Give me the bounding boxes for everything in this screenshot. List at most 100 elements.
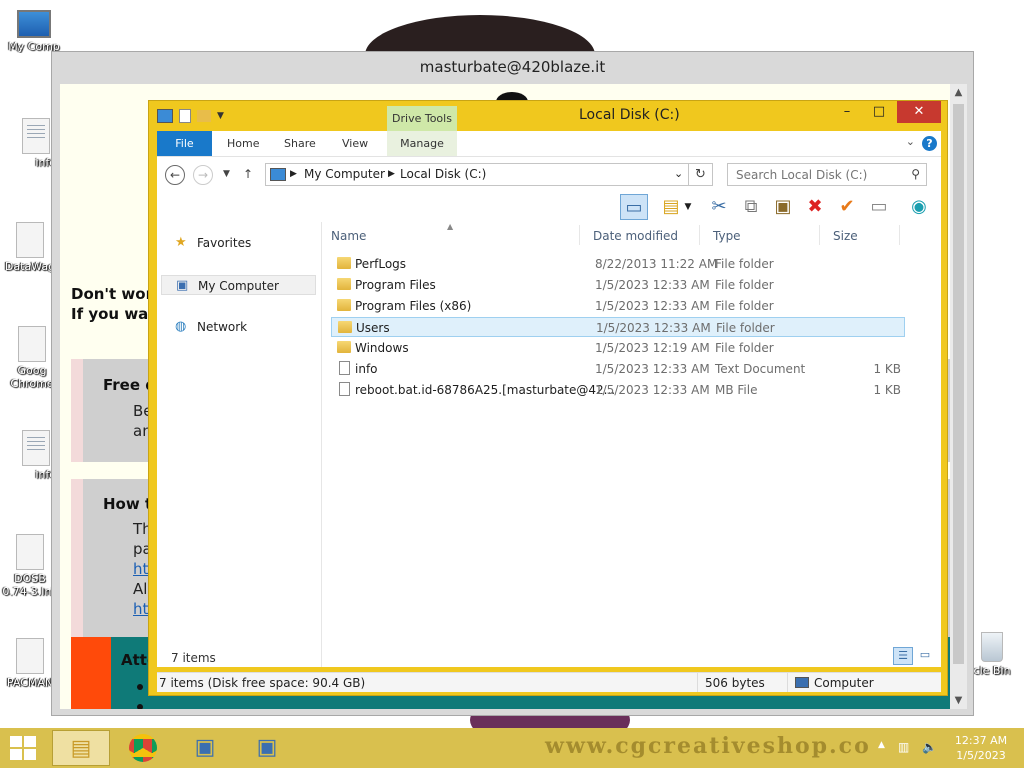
file-name: PerfLogs [355, 257, 407, 271]
refresh-button[interactable]: ↻ [689, 163, 713, 186]
file-row-windows[interactable]: Windows 1/5/2023 12:19 AM File folder [331, 338, 905, 358]
column-header-type[interactable]: Type [713, 229, 741, 243]
column-header-date-modified[interactable]: Date modified [593, 229, 678, 243]
file-date: 1/5/2023 12:33 AM [595, 362, 710, 376]
details-view-button[interactable]: ☰ [893, 647, 913, 665]
file-name: info [355, 362, 378, 376]
computer-icon[interactable] [157, 109, 173, 123]
network-icon[interactable]: ▥ [898, 740, 909, 754]
drive-tools-label: Drive Tools [387, 106, 457, 131]
scroll-down-icon[interactable]: ▼ [950, 692, 967, 709]
up-button[interactable]: ↑ [243, 167, 253, 181]
volume-icon[interactable]: 🔈 [922, 740, 937, 754]
drive-icon[interactable]: ▭ [865, 194, 893, 220]
breadcrumb-separator-icon[interactable]: ▶ [290, 169, 297, 179]
file-row-program-files[interactable]: Program Files 1/5/2023 12:33 AM File fol… [331, 275, 905, 295]
back-button[interactable]: ← [165, 165, 185, 185]
tab-file[interactable]: File [157, 131, 212, 156]
new-folder-icon[interactable] [197, 110, 211, 122]
file-icon [16, 638, 44, 674]
explorer-window[interactable]: ▼ Drive Tools Local Disk (C:) – □ ✕ File… [148, 100, 948, 696]
nav-item-favorites[interactable]: ★ Favorites [161, 233, 316, 253]
tab-manage[interactable]: Manage [387, 131, 457, 156]
tab-share[interactable]: Share [274, 131, 326, 156]
desktop: My Comp info DataWag Goog Chrome info DO… [0, 0, 1024, 728]
paste-icon[interactable]: ▣ [769, 194, 797, 220]
bullet [137, 704, 143, 709]
tab-home[interactable]: Home [217, 131, 269, 156]
taskbar-file-explorer[interactable]: ▤ [52, 730, 110, 766]
column-header-size[interactable]: Size [833, 229, 858, 243]
address-bar[interactable]: ▶ My Computer ▶ Local Disk (C:) ⌄ [265, 163, 689, 186]
search-input[interactable] [728, 164, 904, 185]
document-icon [339, 382, 350, 396]
sort-indicator-icon: ▲ [447, 222, 454, 231]
windows-logo-icon [24, 749, 36, 760]
copy-icon[interactable]: ⧉ [737, 194, 765, 220]
chevron-down-icon[interactable]: ▼ [681, 194, 695, 220]
file-date: 1/5/2023 12:33 AM [595, 299, 710, 313]
status-bar: 7 items (Disk free space: 90.4 GB) 506 b… [157, 672, 941, 692]
preview-pane-button[interactable]: ▭ [620, 194, 648, 220]
file-list: ▲ Name Date modified Type Size PerfLogs … [323, 222, 923, 667]
note-scrollbar[interactable]: ▲ ▼ [950, 84, 967, 709]
cut-icon[interactable]: ✂ [705, 194, 733, 220]
computer-icon [270, 168, 286, 181]
desktop-icon-my-computer[interactable]: My Comp [4, 10, 64, 53]
watermark-text: www.cgcreativeshop.co [545, 733, 871, 759]
windows-logo-icon [10, 749, 22, 760]
taskbar-app-2[interactable]: ▣ [238, 730, 296, 766]
column-separator[interactable] [819, 225, 820, 245]
delete-icon[interactable]: ✖ [801, 194, 829, 220]
status-size: 506 bytes [705, 676, 765, 690]
maximize-button[interactable]: □ [865, 101, 893, 123]
star-icon: ★ [175, 235, 187, 250]
file-row-info[interactable]: info 1/5/2023 12:33 AM Text Document 1 K… [331, 359, 905, 379]
folder-icon [337, 299, 351, 311]
close-button[interactable]: ✕ [897, 101, 941, 123]
properties-icon[interactable] [179, 109, 191, 123]
column-separator[interactable] [899, 225, 900, 245]
nav-item-my-computer[interactable]: ▣ My Computer [161, 275, 316, 295]
file-row-program-files-x86[interactable]: Program Files (x86) 1/5/2023 12:33 AM Fi… [331, 296, 905, 316]
rename-icon[interactable]: ✔ [833, 194, 861, 220]
status-location: Computer [814, 676, 874, 690]
nav-item-network[interactable]: ◍ Network [161, 317, 316, 337]
minimize-button[interactable]: – [833, 101, 861, 123]
breadcrumb-my-computer[interactable]: My Computer [304, 167, 385, 181]
address-dropdown-icon[interactable]: ⌄ [674, 167, 683, 180]
column-separator[interactable] [699, 225, 700, 245]
show-hidden-icons[interactable]: ▲ [878, 740, 885, 750]
file-row-perflogs[interactable]: PerfLogs 8/22/2013 11:22 AM File folder [331, 254, 905, 274]
tab-view[interactable]: View [332, 131, 378, 156]
file-icon [18, 326, 46, 362]
file-name: Users [356, 321, 390, 335]
scroll-thumb[interactable] [953, 104, 964, 664]
help-icon[interactable]: ? [922, 136, 937, 151]
file-row-reboot-bat[interactable]: reboot.bat.id-68786A25.[masturbate@42...… [331, 380, 905, 400]
forward-button[interactable]: → [193, 165, 213, 185]
search-box[interactable]: ⚲ [727, 163, 927, 186]
quick-access-toolbar: ▼ [157, 107, 224, 125]
file-date: 1/5/2023 12:33 AM [595, 383, 710, 397]
scroll-up-icon[interactable]: ▲ [950, 84, 967, 101]
start-button[interactable] [10, 736, 36, 760]
column-separator[interactable] [579, 225, 580, 245]
file-row-users[interactable]: Users 1/5/2023 12:33 AM File folder [331, 317, 905, 337]
search-icon[interactable]: ⚲ [911, 167, 920, 181]
breadcrumb-local-disk[interactable]: Local Disk (C:) [400, 167, 486, 181]
taskbar-chrome[interactable] [114, 730, 172, 766]
recent-locations-icon[interactable]: ▼ [223, 169, 230, 179]
chevron-down-icon[interactable]: ▼ [217, 111, 224, 121]
explorer-titlebar[interactable]: ▼ Drive Tools Local Disk (C:) – □ ✕ [149, 101, 947, 131]
breadcrumb-separator-icon[interactable]: ▶ [388, 169, 395, 179]
taskbar-app-1[interactable]: ▣ [176, 730, 234, 766]
tray-clock[interactable]: 12:37 AM 1/5/2023 [950, 733, 1012, 763]
network-globe-icon[interactable]: ◉ [905, 194, 933, 220]
expand-ribbon-icon[interactable]: ⌄ [906, 135, 915, 148]
file-type: File folder [715, 257, 774, 271]
chrome-icon [129, 734, 157, 762]
taskbar: ▤ ▣ ▣ www.cgcreativeshop.co ▲ ▥ 🔈 12:37 … [0, 728, 1024, 768]
column-header-name[interactable]: Name [331, 229, 366, 243]
large-icons-view-button[interactable]: ▭ [915, 647, 935, 665]
